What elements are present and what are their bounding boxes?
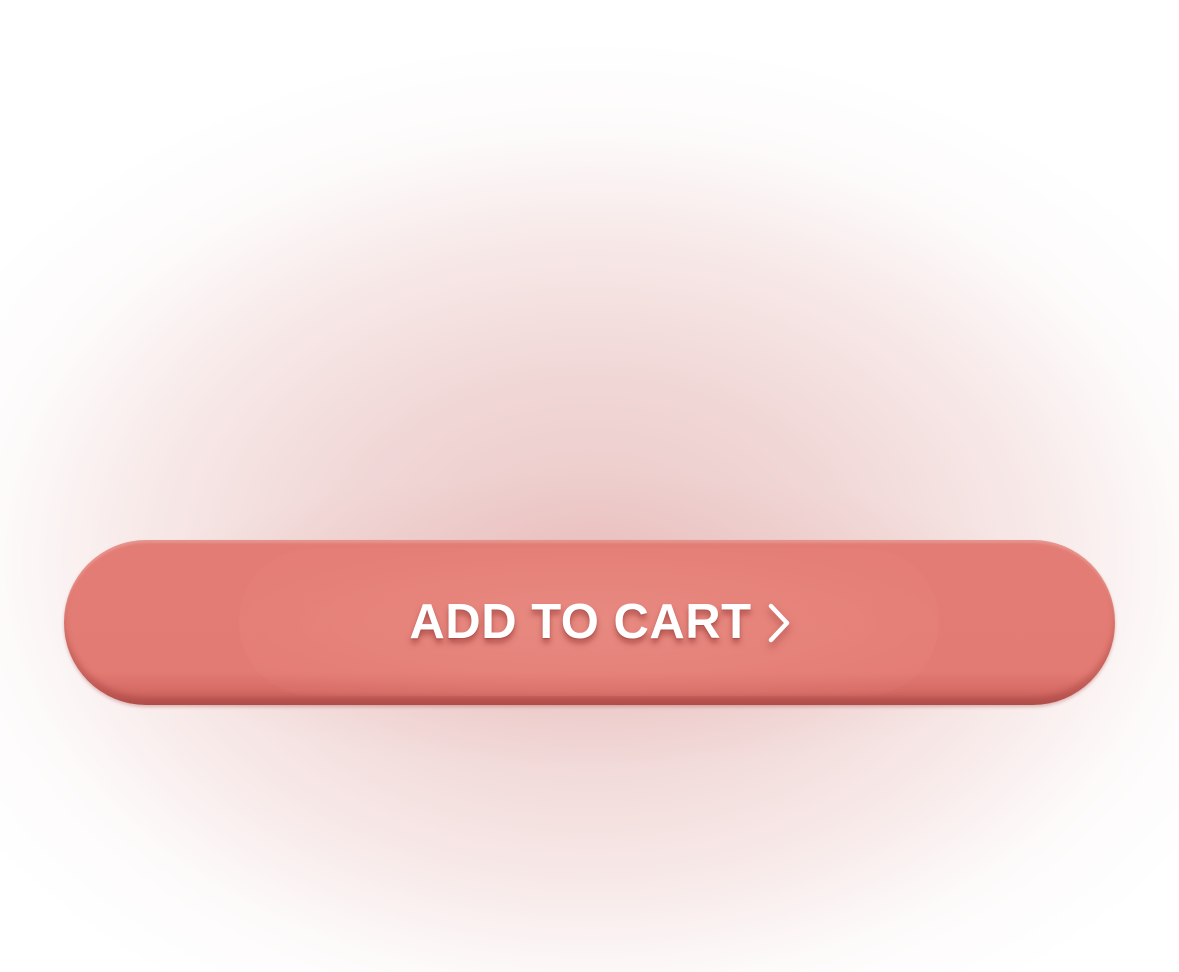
chevron-right-icon xyxy=(768,603,789,642)
add-to-cart-button[interactable]: ADD TO CART xyxy=(64,540,1115,705)
button-content: ADD TO CART xyxy=(409,598,791,647)
add-to-cart-label: ADD TO CART xyxy=(409,595,752,649)
